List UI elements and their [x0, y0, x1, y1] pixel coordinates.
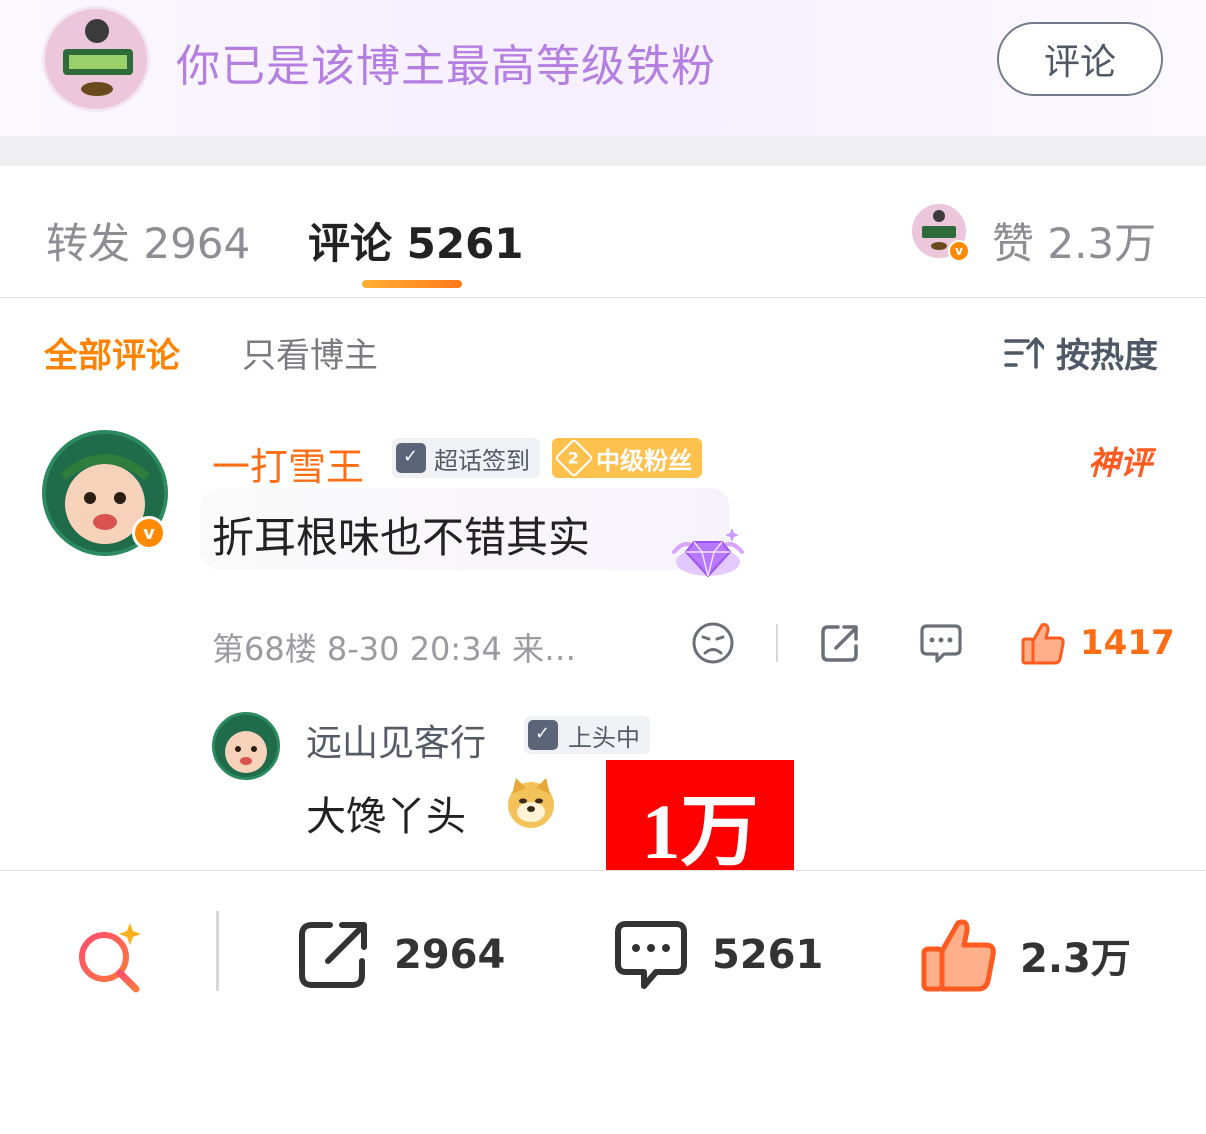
reply-author-avatar[interactable]: [212, 712, 280, 780]
filter-all-comments[interactable]: 全部评论: [44, 328, 180, 377]
share-comment-button[interactable]: [818, 620, 862, 666]
fan-level-diamond-icon: 2: [554, 438, 594, 478]
comment-icon: [920, 624, 962, 663]
tab-repost[interactable]: 转发 2964: [46, 210, 250, 271]
god-comment-tag: 神评: [1088, 444, 1153, 482]
section-divider: [0, 136, 1206, 166]
thumbs-up-icon: [1021, 623, 1065, 665]
repost-button[interactable]: 2964: [296, 917, 505, 993]
tab-like[interactable]: 赞 2.3万: [992, 210, 1156, 271]
comment-text[interactable]: 折耳根味也不错其实: [212, 504, 590, 565]
commenter-avatar[interactable]: v: [42, 430, 168, 556]
comment-meta: 第68楼 8-30 20:34 来…: [212, 630, 577, 668]
comment-filter-bar: 全部评论 只看博主 按热度: [0, 298, 1206, 402]
comment-count: 5261: [712, 932, 824, 978]
dislike-button[interactable]: [690, 620, 736, 666]
active-tab-indicator: [362, 280, 462, 288]
fan-status-text: 你已是该博主最高等级铁粉: [176, 41, 716, 92]
share-icon: [821, 625, 858, 662]
sort-by-hot-button[interactable]: 按热度: [1004, 328, 1158, 377]
comment-author-name[interactable]: 一打雪王: [212, 436, 364, 491]
checkin-badge[interactable]: 超话签到: [392, 438, 540, 478]
thumbs-up-icon: [921, 919, 996, 992]
search-ai-icon[interactable]: [72, 919, 148, 995]
fan-level-number: 2: [568, 448, 580, 468]
fan-banner: 你已是该博主最高等级铁粉 评论: [0, 0, 1206, 136]
comment-count-button[interactable]: 5261: [612, 917, 823, 993]
bottom-divider: [216, 911, 219, 991]
share-icon: [299, 922, 367, 988]
fan-level-label: 中级粉丝: [596, 446, 692, 475]
action-divider: [776, 624, 778, 662]
comment-button[interactable]: 评论: [997, 22, 1163, 96]
like-comment-button[interactable]: 1417: [1020, 620, 1175, 666]
post-like-count: 2.3万: [1020, 936, 1131, 982]
calendar-check-icon: [528, 720, 558, 750]
reply-author-badge[interactable]: 上头中: [524, 716, 650, 754]
like-post-button[interactable]: 2.3万: [920, 917, 1131, 993]
calendar-check-icon: [396, 443, 426, 473]
comment-like-count: 1417: [1080, 623, 1175, 663]
reply-author-name[interactable]: 远山见客行: [306, 714, 486, 766]
dislike-face-icon: [692, 622, 734, 664]
blogger-avatar[interactable]: [42, 6, 150, 112]
doge-emoji-icon: [508, 778, 554, 828]
sort-label: 按热度: [1056, 336, 1158, 376]
bottom-action-bar: 2964 5261 2.3万: [0, 870, 1206, 1134]
reply-comment-button[interactable]: [918, 620, 964, 666]
repost-count: 2964: [394, 932, 506, 978]
gem-icon: [672, 528, 744, 578]
verified-v-icon: v: [132, 516, 166, 550]
liker-avatar: v: [912, 204, 970, 262]
reply-badge-label: 上头中: [568, 723, 640, 752]
tab-comment[interactable]: 评论 5261: [308, 210, 524, 271]
sort-icon: [1004, 336, 1044, 369]
filter-blogger-only[interactable]: 只看博主: [242, 328, 378, 377]
reply-text[interactable]: 大馋丫头: [306, 784, 466, 842]
post-stats-tabs: 转发 2964 评论 5261 v 赞 2.3万: [0, 166, 1206, 298]
checkin-badge-label: 超话签到: [434, 446, 530, 475]
verified-v-icon: v: [948, 240, 970, 262]
fan-level-badge[interactable]: 2 中级粉丝: [552, 438, 702, 478]
comment-icon: [615, 921, 687, 989]
